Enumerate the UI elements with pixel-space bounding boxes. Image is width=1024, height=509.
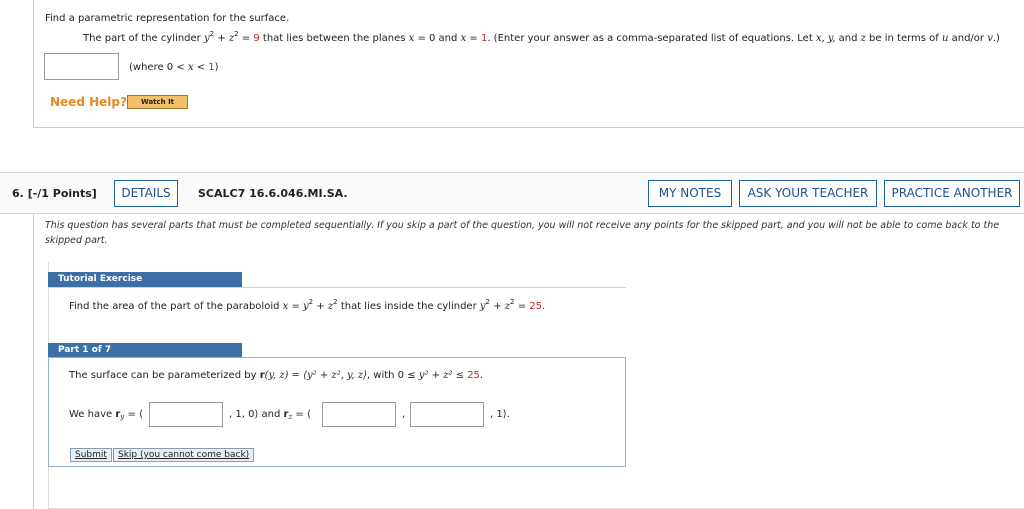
- my-notes-button[interactable]: MY NOTES: [648, 180, 732, 207]
- q5-text-part: and: [835, 33, 861, 44]
- sequential-notice: This question has several parts that mus…: [45, 219, 1023, 248]
- equals-bracket: = ⟨: [124, 409, 143, 420]
- param-text: The surface can be parameterized by: [69, 370, 260, 381]
- parameterization-text: The surface can be parameterized by r(y,…: [69, 369, 483, 383]
- skip-button[interactable]: Skip (you cannot come back): [113, 448, 255, 462]
- tutorial-problem-text: Find the area of the part of the parabol…: [69, 299, 546, 314]
- we-have-label: We have ry = ⟨: [69, 408, 143, 422]
- q5-equals: =: [466, 33, 481, 44]
- tutorial-divider: [48, 287, 626, 288]
- q5-text-part: . (Enter your answer as a comma-separate…: [487, 33, 816, 44]
- submit-button[interactable]: Submit: [70, 448, 112, 462]
- value-25: 25: [529, 301, 542, 312]
- details-button[interactable]: DETAILS: [114, 180, 178, 207]
- q5-where-clause: (where 0 < x < 1): [129, 61, 219, 75]
- ry-rest-text: , 1, 0⟩ and rz = ⟨: [229, 408, 311, 422]
- q5-plus: +: [214, 33, 229, 44]
- watch-it-button[interactable]: Watch It: [127, 95, 188, 109]
- period: .: [479, 370, 484, 381]
- part-label: Part 1 of 7: [48, 343, 242, 358]
- practice-another-button[interactable]: PRACTICE ANOTHER: [884, 180, 1020, 207]
- q6-number-points: 6. [-/1 Points]: [12, 187, 97, 200]
- q5-text-part: The part of the cylinder: [83, 33, 204, 44]
- q5-text-part: that lies between the planes: [259, 33, 409, 44]
- q5-vars: x, y,: [815, 33, 836, 44]
- value-25: 25: [467, 370, 480, 381]
- q5-text-part: = 0 and: [414, 33, 461, 44]
- equals: =: [288, 301, 304, 312]
- equals: =: [514, 301, 530, 312]
- plus: +: [490, 301, 505, 312]
- ask-teacher-button[interactable]: ASK YOUR TEACHER: [739, 180, 877, 207]
- q5-answer-input[interactable]: [44, 53, 119, 80]
- param-vector: ⟨y² + z², y, z⟩: [303, 370, 367, 381]
- q5-text-part: .): [992, 33, 1000, 44]
- question-code: SCALC7 16.6.046.MI.SA.: [198, 187, 348, 200]
- we-have-text: We have: [69, 409, 116, 420]
- rz-second-component-input[interactable]: [410, 402, 484, 427]
- ry-tail: , 1, 0⟩ and: [229, 409, 284, 420]
- q5-where-text: (where 0 <: [129, 62, 188, 73]
- period: .: [542, 301, 546, 312]
- ry-first-component-input[interactable]: [149, 402, 223, 427]
- tutorial-exercise-label: Tutorial Exercise: [48, 272, 242, 287]
- problem-text: that lies inside the cylinder: [337, 301, 480, 312]
- rz-first-component-input[interactable]: [322, 402, 396, 427]
- q5-where-text: ): [214, 62, 219, 73]
- notice-line: This question has several parts that mus…: [45, 220, 1000, 231]
- q5-text-part: and/or: [948, 33, 988, 44]
- problem-text: Find the area of the part of the parabol…: [69, 301, 283, 312]
- q5-question-text: The part of the cylinder y2 + z2 = 9 tha…: [83, 31, 1000, 46]
- notice-line: skipped part.: [45, 235, 108, 246]
- rz-tail: , 1⟩.: [490, 409, 510, 420]
- question-number: 6.: [12, 187, 24, 200]
- q5-prompt: Find a parametric representation for the…: [45, 13, 290, 24]
- q5-text-part: be in terms of: [865, 33, 942, 44]
- param-args: (y, z) =: [264, 370, 304, 381]
- param-text: , with 0 ≤: [366, 370, 419, 381]
- q5-where-text: <: [193, 62, 209, 73]
- equals-bracket: = ⟨: [292, 409, 311, 420]
- points-label: [-/1 Points]: [27, 187, 97, 200]
- q5-equals: =: [238, 33, 254, 44]
- comma-separator: ,: [402, 409, 406, 420]
- param-inequality: y² + z² ≤: [418, 370, 468, 381]
- plus: +: [313, 301, 328, 312]
- need-help-label: Need Help?: [50, 95, 127, 109]
